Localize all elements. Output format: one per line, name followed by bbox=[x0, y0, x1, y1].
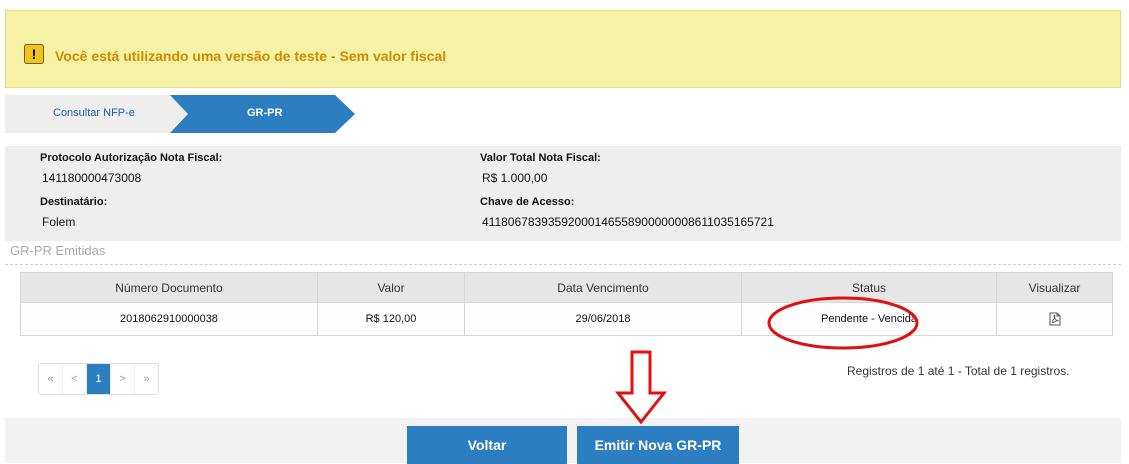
section-title: GR-PR Emitidas bbox=[10, 243, 106, 258]
cell-vencimento: 29/06/2018 bbox=[464, 302, 742, 336]
warning-icon: ! bbox=[24, 44, 44, 64]
protocolo-label: Protocolo Autorização Nota Fiscal: bbox=[40, 152, 223, 164]
destinatario-label: Destinatário: bbox=[40, 196, 108, 208]
pdf-icon[interactable] bbox=[1049, 312, 1061, 326]
chave-acesso-label: Chave de Acesso: bbox=[480, 196, 575, 208]
cell-numero: 2018062910000038 bbox=[20, 302, 318, 336]
destinatario-value: Folem bbox=[42, 215, 76, 229]
breadcrumb-label: Consultar NFP-e bbox=[53, 107, 135, 119]
pagination: « < 1 > » bbox=[38, 363, 159, 395]
cell-status: Pendente - Vencida bbox=[741, 302, 997, 336]
col-visualizar: Visualizar bbox=[996, 272, 1113, 303]
warning-text: Você está utilizando uma versão de teste… bbox=[55, 48, 447, 64]
table-row: 2018062910000038 R$ 120,00 29/06/2018 Pe… bbox=[20, 302, 1113, 336]
valor-total-value: R$ 1.000,00 bbox=[482, 171, 548, 185]
pagination-last[interactable]: » bbox=[135, 364, 158, 394]
trial-warning-banner: ! Você está utilizando uma versão de tes… bbox=[5, 10, 1121, 88]
voltar-button[interactable]: Voltar bbox=[407, 426, 567, 464]
col-data-vencimento: Data Vencimento bbox=[464, 272, 742, 303]
cell-valor: R$ 120,00 bbox=[317, 302, 465, 336]
emitir-nova-grpr-button[interactable]: Emitir Nova GR-PR bbox=[577, 426, 739, 464]
pagination-next[interactable]: > bbox=[111, 364, 135, 394]
pagination-prev[interactable]: < bbox=[63, 364, 87, 394]
registros-count: Registros de 1 até 1 - Total de 1 regist… bbox=[847, 364, 1070, 378]
pagination-first[interactable]: « bbox=[39, 364, 63, 394]
valor-total-label: Valor Total Nota Fiscal: bbox=[480, 152, 601, 164]
protocolo-value: 141180000473008 bbox=[42, 171, 142, 185]
nota-fiscal-info-panel: Protocolo Autorização Nota Fiscal: 14118… bbox=[5, 146, 1121, 241]
down-arrow-annotation bbox=[614, 350, 668, 425]
col-valor: Valor bbox=[317, 272, 465, 303]
divider bbox=[5, 264, 1121, 265]
chave-acesso-value: 4118067839359200014655890000000861103516… bbox=[482, 215, 774, 229]
pagination-page-1[interactable]: 1 bbox=[87, 364, 111, 394]
cell-visualizar bbox=[996, 302, 1113, 336]
grpr-table: Número Documento Valor Data Vencimento S… bbox=[20, 272, 1113, 336]
breadcrumb-label: GR-PR bbox=[247, 107, 283, 119]
breadcrumb: Consultar NFP-e GR-PR bbox=[5, 95, 355, 133]
col-numero-documento: Número Documento bbox=[20, 272, 318, 303]
col-status: Status bbox=[741, 272, 997, 303]
breadcrumb-consultar-nfpe[interactable]: Consultar NFP-e bbox=[5, 95, 195, 133]
